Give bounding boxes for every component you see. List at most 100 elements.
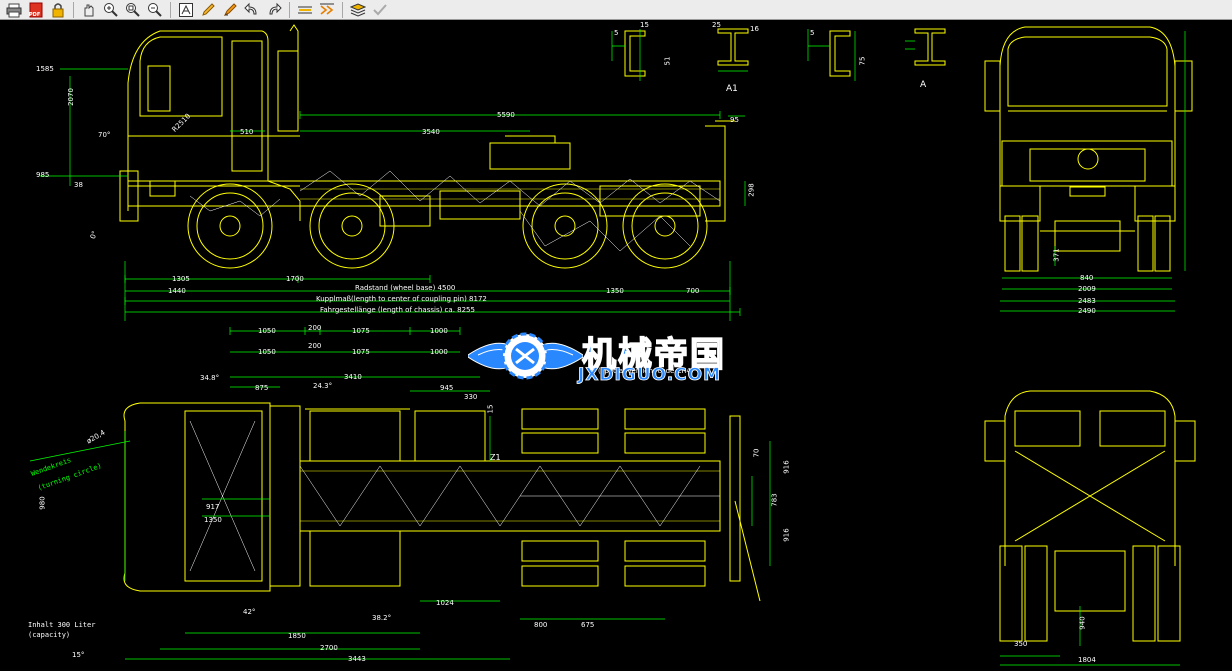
viewer-toolbar: PDF (0, 0, 1232, 20)
dim-3540: 3540 (422, 128, 440, 136)
zoom-realtime-button[interactable] (101, 1, 121, 19)
dim-985: 985 (36, 171, 50, 179)
dim-2700: 2700 (320, 644, 338, 652)
section-dim-16: 16 (750, 25, 759, 33)
dim-783: 783 (770, 493, 779, 507)
text-icon (179, 2, 193, 17)
pencil-icon (202, 2, 215, 16)
measure-button[interactable] (295, 1, 315, 19)
lock-icon (52, 2, 64, 17)
dim-2490: 2490 (1078, 307, 1096, 315)
top-dim-1000b: 1000 (430, 348, 448, 356)
dim-917: 917 (206, 503, 220, 511)
dim-24-3deg: 24.3° (313, 382, 333, 390)
toolbar-separator (342, 1, 343, 18)
toolbar-separator (289, 1, 290, 18)
side-view-truck (119, 24, 735, 269)
print-button[interactable] (4, 1, 24, 19)
dim-675: 675 (581, 621, 595, 629)
dim-980: 980 (38, 496, 47, 510)
pan-hand-button[interactable] (79, 1, 99, 19)
section-label-a: A (920, 80, 927, 90)
dim-5590: 5590 (497, 111, 515, 119)
dim-916-bottom: 916 (782, 528, 791, 542)
dim-875: 875 (255, 384, 269, 392)
dim-38-2deg: 38.2° (372, 614, 392, 622)
dim-371: 371 (1052, 248, 1061, 262)
layers-icon (350, 2, 366, 17)
dim-945: 945 (440, 384, 454, 392)
dim-34-8deg: 34.8° (200, 374, 220, 382)
dim-840: 840 (1080, 274, 1094, 282)
layers-button[interactable] (348, 1, 368, 19)
dim-1440: 1440 (168, 287, 186, 295)
dim-15: 15 (486, 404, 495, 414)
dim-95: 95 (730, 116, 739, 124)
print-icon (6, 3, 22, 17)
dim-800: 800 (534, 621, 548, 629)
watermark-en-text: JXDIGUO.COM (578, 365, 722, 386)
dim-510: 510 (240, 128, 254, 136)
text-button[interactable] (176, 1, 196, 19)
coupling-label: Kupplmaß(length to center of coupling pi… (316, 295, 487, 303)
label-z1: Z1 (490, 453, 501, 462)
dim-2483: 2483 (1078, 297, 1096, 305)
watermark-gear-logo-icon (468, 332, 583, 380)
section-dim-5b: 5 (810, 29, 815, 37)
section-profiles (624, 28, 946, 77)
dim-2009: 2009 (1078, 285, 1096, 293)
highlighter-icon (223, 2, 237, 16)
section-dim-5a: 5 (614, 29, 619, 37)
section-dim-75: 75 (858, 56, 867, 66)
pdf-label: PDF (29, 11, 41, 18)
chassis-length-label: Fahrgestellänge (length of chassis) ca. … (320, 306, 475, 314)
dim-1700: 1700 (286, 275, 304, 283)
lock-button[interactable] (48, 1, 68, 19)
dim-1350-top: 1350 (204, 516, 222, 524)
zoom-window-button[interactable] (123, 1, 143, 19)
dim-1804: 1804 (1078, 656, 1096, 664)
dim-2070: 2070 (66, 88, 75, 106)
dim-70deg: 70° (98, 131, 111, 139)
wheelbase-label: Radstand (wheel base) 4500 (355, 284, 456, 292)
top-dim-1075b: 1075 (352, 348, 370, 356)
measure-icon (298, 6, 312, 13)
undo-button[interactable] (242, 1, 262, 19)
top-view-truck (123, 402, 761, 602)
measure-chain-icon (320, 3, 334, 15)
zoom-extents-button[interactable] (145, 1, 165, 19)
dim-70: 70 (752, 448, 761, 458)
dim-38: 38 (74, 181, 83, 189)
toolbar-separator (170, 1, 171, 18)
dim-298: 298 (747, 183, 756, 197)
check-icon (373, 3, 387, 15)
check-button[interactable] (370, 1, 390, 19)
top-dim-200a: 200 (308, 324, 322, 332)
pan-hand-icon (84, 4, 94, 16)
toolbar-separator (73, 1, 74, 18)
dim-42deg: 42° (243, 608, 256, 616)
top-dim-1050b: 1050 (258, 348, 276, 356)
front-view-truck (984, 26, 1193, 272)
rear-view-truck (984, 390, 1196, 642)
top-dim-1000a: 1000 (430, 327, 448, 335)
undo-icon (244, 2, 257, 14)
dim-1305: 1305 (172, 275, 190, 283)
tank-capacity-label: Inhalt 300 Liter (28, 621, 96, 629)
dim-1850: 1850 (288, 632, 306, 640)
redo-icon (269, 2, 282, 14)
highlighter-button[interactable] (220, 1, 240, 19)
pdf-button[interactable]: PDF (26, 1, 46, 19)
dim-3443: 3443 (348, 655, 366, 663)
pencil-button[interactable] (198, 1, 218, 19)
cad-drawing-canvas[interactable]: 1585 2070 70° 985 38 R2510 510 3540 5590… (0, 21, 1232, 671)
zoom-realtime-icon (104, 2, 118, 17)
top-dim-200b: 200 (308, 342, 322, 350)
dim-700: 700 (686, 287, 700, 295)
measure-chain-button[interactable] (317, 1, 337, 19)
redo-button[interactable] (264, 1, 284, 19)
top-dim-1050a: 1050 (258, 327, 276, 335)
top-dim-1075a: 1075 (352, 327, 370, 335)
dim-940: 940 (1078, 616, 1087, 630)
dim-350: 350 (1014, 640, 1028, 648)
